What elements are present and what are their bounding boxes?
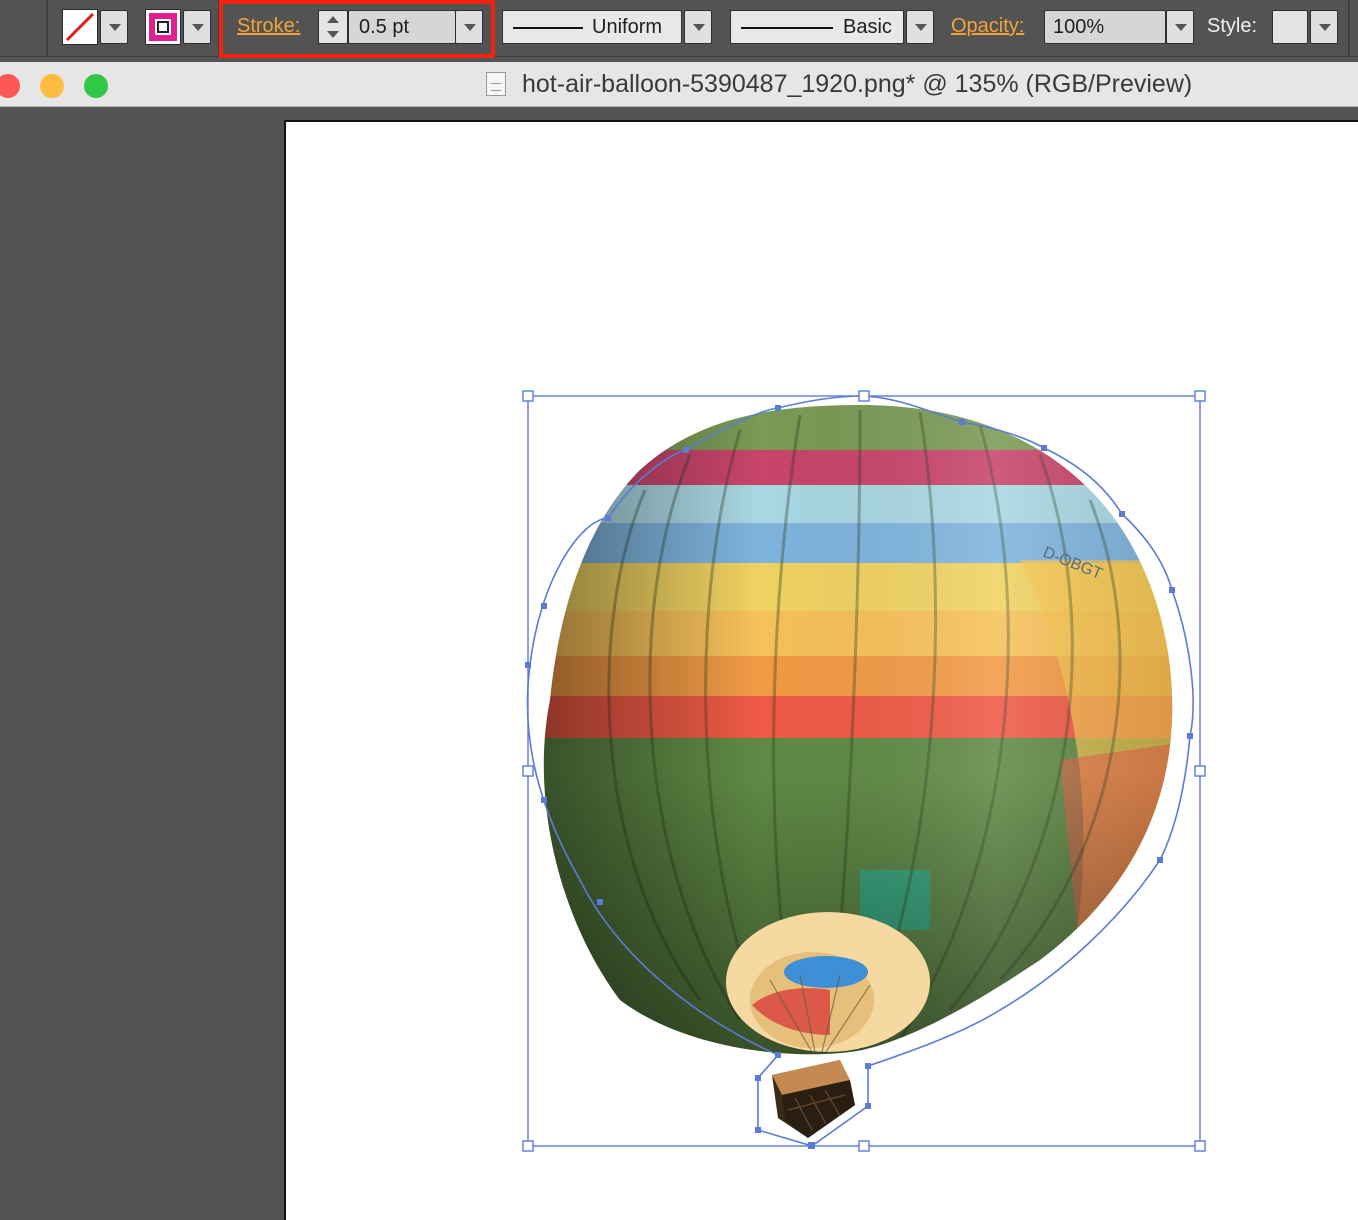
balloon-artwork[interactable]: D-OBGT [0, 0, 1358, 1214]
balloon-mouth [726, 912, 930, 1053]
balloon-basket [772, 1060, 855, 1138]
path-anchor-point[interactable] [808, 1142, 815, 1149]
